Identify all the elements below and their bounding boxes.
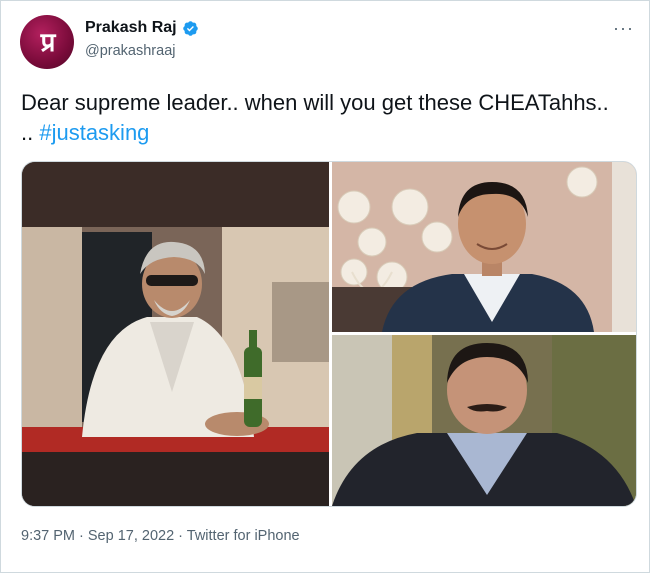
media-grid [21,161,637,507]
tweet-timestamp[interactable]: 9:37 PM · Sep 17, 2022 · Twitter for iPh… [21,528,300,544]
hashtag-link[interactable]: #justasking [39,120,149,145]
profile-avatar[interactable]: प्र [20,15,74,69]
tweet-card: प्र Prakash Raj @prakashraaj ··· Dear su… [0,0,650,573]
verified-badge-icon [182,20,198,36]
user-handle[interactable]: @prakashraaj [85,43,175,59]
photo-man-dark-suit-floral[interactable] [332,162,636,332]
more-horizontal-icon[interactable]: ··· [613,18,634,39]
display-name[interactable]: Prakash Raj [85,19,177,37]
photo-man-white-suit[interactable] [22,162,329,506]
tweet-text: Dear supreme leader.. when will you get … [21,88,621,148]
avatar-logo: प्र [40,28,56,58]
author-row: Prakash Raj [85,19,199,37]
photo-man-moustache[interactable] [332,335,636,506]
